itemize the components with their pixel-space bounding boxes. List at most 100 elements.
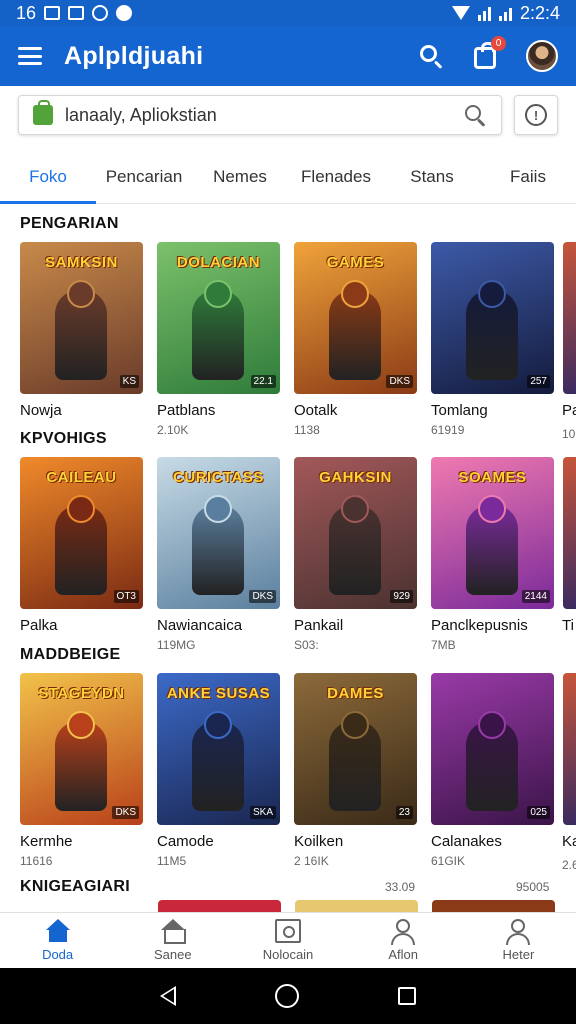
nav-item-doda[interactable]: Doda (0, 913, 115, 968)
info-icon: ! (525, 104, 547, 126)
game-banner: DAMES (327, 685, 384, 702)
section-title: PENGARIAN (20, 215, 119, 232)
extra-meta: 33.09 (385, 880, 416, 894)
game-meta: 7MB (431, 638, 456, 652)
game-thumbnail[interactable]: CURICTASS DKS (157, 457, 280, 609)
game-name: Pankail (294, 617, 344, 634)
hero-head (204, 495, 232, 523)
game-meta: 2 16IK (294, 854, 329, 868)
game-thumbnail[interactable]: CAILEAU OT3 (20, 457, 143, 609)
rating-tag: KS (119, 375, 139, 388)
game-thumbnail[interactable]: DAMES 23 (294, 673, 417, 825)
game-thumbnail[interactable]: STAGEYDN DKS (20, 673, 143, 825)
signal-icon (477, 5, 491, 21)
game-card[interactable]: SAMKSIN KS Nowja (20, 242, 143, 437)
rating-tag: DKS (112, 806, 139, 819)
game-thumbnail[interactable]: 257 (431, 242, 554, 394)
game-thumbnail[interactable] (295, 900, 418, 912)
hero-head (478, 495, 506, 523)
tab-stans[interactable]: Stans (384, 150, 480, 203)
hero-head (204, 280, 232, 308)
game-name: Calanakes (431, 833, 502, 850)
extra-meta: 95005 (516, 880, 550, 894)
info-button[interactable]: ! (514, 95, 558, 135)
profile-icon (505, 919, 531, 945)
nav-item-nolocain[interactable]: Nolocain (230, 913, 345, 968)
search-field-icon[interactable] (463, 103, 487, 127)
gallery-icon (68, 6, 85, 20)
game-thumbnail[interactable]: GAMES DKS (294, 242, 417, 394)
game-card[interactable]: GAMES DKS Ootalk 1138 (294, 242, 417, 437)
game-card[interactable]: 257 Tomlang 61919 (431, 242, 554, 437)
tab-flenades[interactable]: Flenades (288, 150, 384, 203)
tab-bar: Foko Pencarian Nemes Flenades Stans Faiis (0, 150, 576, 204)
search-icon[interactable] (418, 43, 444, 69)
hero-head (67, 280, 95, 308)
rating-tag: 22.1 (250, 375, 276, 388)
game-banner: CURICTASS (173, 469, 264, 486)
hero-head (341, 711, 369, 739)
home-circle-icon[interactable] (274, 984, 299, 1008)
game-card[interactable]: STAGEYDN DKS Kermhe 11616 (20, 673, 143, 868)
game-banner: SOAMES (458, 469, 527, 486)
game-meta: 119MG (157, 638, 196, 652)
game-thumbnail[interactable]: 025 (431, 673, 554, 825)
search-input[interactable]: lanaaly, Apliokstian (18, 95, 502, 135)
game-thumbnail[interactable]: GAHKSIN 929 (294, 457, 417, 609)
app-title: Aplpldjuahi (64, 41, 204, 70)
game-meta: 61919 (431, 423, 465, 437)
status-time-left: 16 (16, 2, 37, 23)
game-banner: SAMKSIN (45, 254, 118, 271)
game-thumbnail[interactable] (158, 900, 281, 912)
nav-label: Doda (42, 947, 74, 962)
game-thumbnail[interactable]: DOLACIAN 22.1 (157, 242, 280, 394)
nav-label: Nolocain (262, 947, 314, 962)
peek-meta: 10 (562, 427, 576, 441)
game-thumbnail[interactable]: ANKE SUSAS SKA (157, 673, 280, 825)
game-card[interactable]: DOLACIAN 22.1 Patblans 2.10K (157, 242, 280, 437)
nav-item-sanee[interactable]: Sanee (115, 913, 230, 968)
game-thumbnail[interactable]: SOAMES 2144 (431, 457, 554, 609)
game-card[interactable]: ANKE SUSAS SKA Camode 11M5 (157, 673, 280, 868)
menu-icon[interactable] (18, 47, 42, 65)
game-card[interactable]: GAHKSIN 929 Pankail S03: (294, 457, 417, 652)
peek-label: Ka (562, 833, 576, 850)
game-card[interactable]: CURICTASS DKS Nawiancaica 119MG (157, 457, 280, 652)
tab-foko[interactable]: Foko (0, 150, 96, 204)
signal-icon-2 (498, 5, 512, 21)
status-right: 2:2:4 (451, 2, 560, 24)
app-actions: 0 (418, 36, 558, 72)
game-banner: ANKE SUSAS (166, 685, 271, 702)
game-card[interactable]: SOAMES 2144 Panclkepusnis 7MB (431, 457, 554, 652)
game-name: Camode (157, 833, 214, 850)
game-thumbnail[interactable]: SAMKSIN KS (20, 242, 143, 394)
nav-item-heter[interactable]: Heter (461, 913, 576, 968)
game-name: Tomlang (431, 402, 488, 419)
recents-icon[interactable] (398, 987, 417, 1005)
nav-item-aflon[interactable]: Aflon (346, 913, 461, 968)
cart-badge: 0 (491, 36, 506, 51)
cart-icon[interactable]: 0 (474, 36, 506, 69)
peek-thumbnail[interactable] (563, 242, 576, 394)
peek-thumbnail[interactable] (563, 673, 576, 825)
peek-label: Pa (562, 402, 576, 419)
game-name: Ootalk (294, 402, 338, 419)
avatar[interactable] (526, 40, 558, 72)
game-thumbnail[interactable] (432, 900, 555, 912)
peek-thumbnail[interactable] (563, 457, 576, 609)
game-card[interactable]: DAMES 23 Koilken 2 16IK (294, 673, 417, 868)
hero-head (478, 711, 506, 739)
game-name: Palka (20, 617, 58, 634)
game-card[interactable]: CAILEAU OT3 Palka (20, 457, 143, 652)
rating-tag: DKS (386, 375, 413, 388)
rating-tag: 257 (527, 375, 550, 388)
wifi-icon (451, 6, 470, 20)
tab-nemes[interactable]: Nemes (192, 150, 288, 203)
back-icon[interactable] (159, 986, 176, 1006)
tab-pencarian[interactable]: Pencarian (96, 150, 192, 203)
status-time-right: 2:2:4 (519, 2, 560, 23)
library-icon (275, 919, 301, 943)
tab-faiis[interactable]: Faiis (480, 150, 576, 203)
content-scroll[interactable]: PENGARIAN SAMKSIN KS Nowja DOLACIAN 22.1 Patbl… (0, 205, 576, 912)
game-card[interactable]: 025 Calanakes 61GIK (431, 673, 554, 868)
